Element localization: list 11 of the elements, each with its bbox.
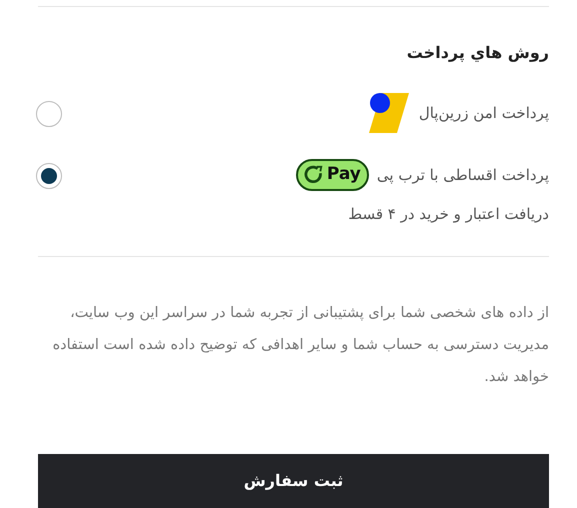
payment-logo-icon [366,91,411,135]
payment-method-label: پرداخت امن زرین‌پال [418,102,549,124]
radio-button[interactable] [36,163,62,189]
privacy-note: از داده های شخصی شما برای پشتیبانی از تجربه شما در سراسر این وب سایت، مدیریت دسترسی به حساب شما و سایر اهدافی که توضیح داده شده است استفاده خواهد شد. [52,304,549,386]
payment-method-label: پرداخت اقساطی با ترب پی [376,164,549,186]
pay-badge: Pay [296,159,369,191]
section-heading: روش هاي پرداخت [406,42,549,64]
payment-description: دریافت اعتبار و خرید در ۴ قسط [348,204,549,225]
ring-icon [304,165,324,185]
radio-button[interactable] [36,101,62,127]
place-order-button[interactable]: ثبت سفارش [38,454,549,508]
